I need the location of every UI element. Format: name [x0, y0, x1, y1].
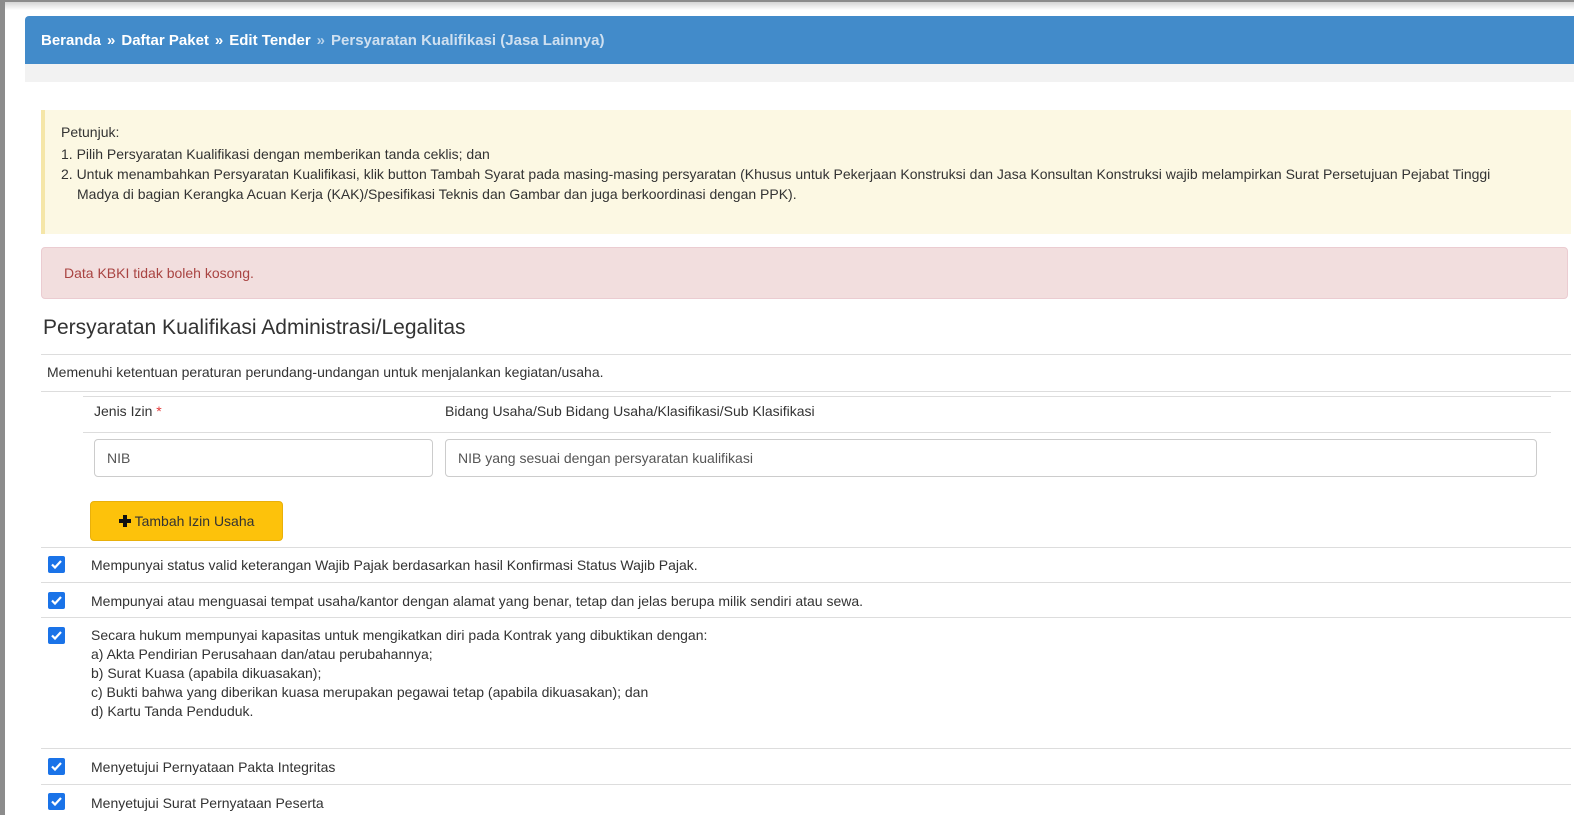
- requirement-line: c) Bukti bahwa yang diberikan kuasa meru…: [91, 684, 649, 700]
- requirement-line: Secara hukum mempunyai kapasitas untuk m…: [91, 627, 708, 643]
- requirement-line: a) Akta Pendirian Perusahaan dan/atau pe…: [91, 646, 433, 662]
- check-icon: [51, 560, 62, 570]
- hint-item: 1. Pilih Persyaratan Kualifikasi dengan …: [61, 146, 490, 162]
- alert-message: Data KBKI tidak boleh kosong.: [64, 265, 254, 281]
- divider: [41, 748, 1571, 749]
- breadcrumb: Beranda » Daftar Paket » Edit Tender » P…: [25, 16, 1574, 64]
- breadcrumb-home[interactable]: Beranda: [41, 32, 101, 49]
- hint-item: 2. Untuk menambahkan Persyaratan Kualifi…: [61, 166, 1491, 202]
- requirement-text: Menyetujui Pernyataan Pakta Integritas: [91, 759, 336, 775]
- breadcrumb-separator: »: [107, 31, 116, 49]
- divider: [41, 617, 1571, 618]
- header-subbar: [25, 64, 1574, 82]
- license-type-input[interactable]: NIB: [94, 439, 433, 477]
- page-frame: Beranda » Daftar Paket » Edit Tender » P…: [0, 0, 1574, 815]
- section-title: Persyaratan Kualifikasi Administrasi/Leg…: [43, 316, 466, 339]
- add-business-license-label: Tambah Izin Usaha: [134, 513, 255, 529]
- breadcrumb-current: Persyaratan Kualifikasi (Jasa Lainnya): [331, 31, 605, 49]
- legal-requirement-text: Memenuhi ketentuan peraturan perundang-u…: [47, 364, 604, 380]
- business-field-value: NIB yang sesuai dengan persyaratan kuali…: [458, 450, 753, 466]
- divider: [41, 784, 1571, 785]
- divider: [41, 547, 1571, 548]
- business-field-input[interactable]: NIB yang sesuai dengan persyaratan kuali…: [445, 439, 1537, 477]
- required-mark: *: [156, 403, 162, 419]
- requirement-line: d) Kartu Tanda Penduduk.: [91, 703, 254, 719]
- requirement-checkbox[interactable]: [48, 627, 65, 644]
- requirement-line: b) Surat Kuasa (apabila dikuasakan);: [91, 665, 322, 681]
- requirement-text: Mempunyai status valid keterangan Wajib …: [91, 557, 698, 573]
- hint-box: Petunjuk: 1. Pilih Persyaratan Kualifika…: [41, 110, 1571, 234]
- error-alert: Data KBKI tidak boleh kosong.: [41, 247, 1568, 299]
- column-header-license-label: Jenis Izin: [94, 403, 153, 419]
- license-type-value: NIB: [107, 450, 131, 466]
- column-header-field: Bidang Usaha/Sub Bidang Usaha/Klasifikas…: [445, 403, 815, 419]
- breadcrumb-edit-tender[interactable]: Edit Tender: [229, 32, 310, 49]
- check-icon: [51, 596, 62, 606]
- check-icon: [51, 631, 62, 641]
- top-shadow: [5, 2, 1574, 10]
- requirement-text-block: Secara hukum mempunyai kapasitas untuk m…: [91, 626, 707, 721]
- breadcrumb-separator: »: [214, 31, 224, 49]
- divider: [41, 391, 1571, 392]
- requirement-text: Mempunyai atau menguasai tempat usaha/ka…: [91, 593, 864, 609]
- column-header-license: Jenis Izin *: [94, 403, 162, 419]
- hint-title: Petunjuk:: [61, 124, 120, 140]
- check-icon: [51, 797, 62, 807]
- plus-icon: [118, 515, 131, 527]
- add-business-license-button[interactable]: Tambah Izin Usaha: [90, 501, 283, 541]
- requirement-checkbox[interactable]: [48, 592, 65, 609]
- check-icon: [51, 762, 62, 772]
- divider: [41, 582, 1571, 583]
- requirement-text: Menyetujui Surat Pernyataan Peserta: [91, 795, 324, 811]
- table-divider: [83, 432, 1551, 433]
- table-divider: [83, 396, 1551, 397]
- requirement-checkbox[interactable]: [48, 758, 65, 775]
- requirement-checkbox[interactable]: [48, 793, 65, 810]
- breadcrumb-package-list[interactable]: Daftar Paket: [121, 32, 209, 49]
- breadcrumb-separator: »: [316, 31, 326, 49]
- divider: [41, 354, 1571, 355]
- requirement-checkbox[interactable]: [48, 556, 65, 573]
